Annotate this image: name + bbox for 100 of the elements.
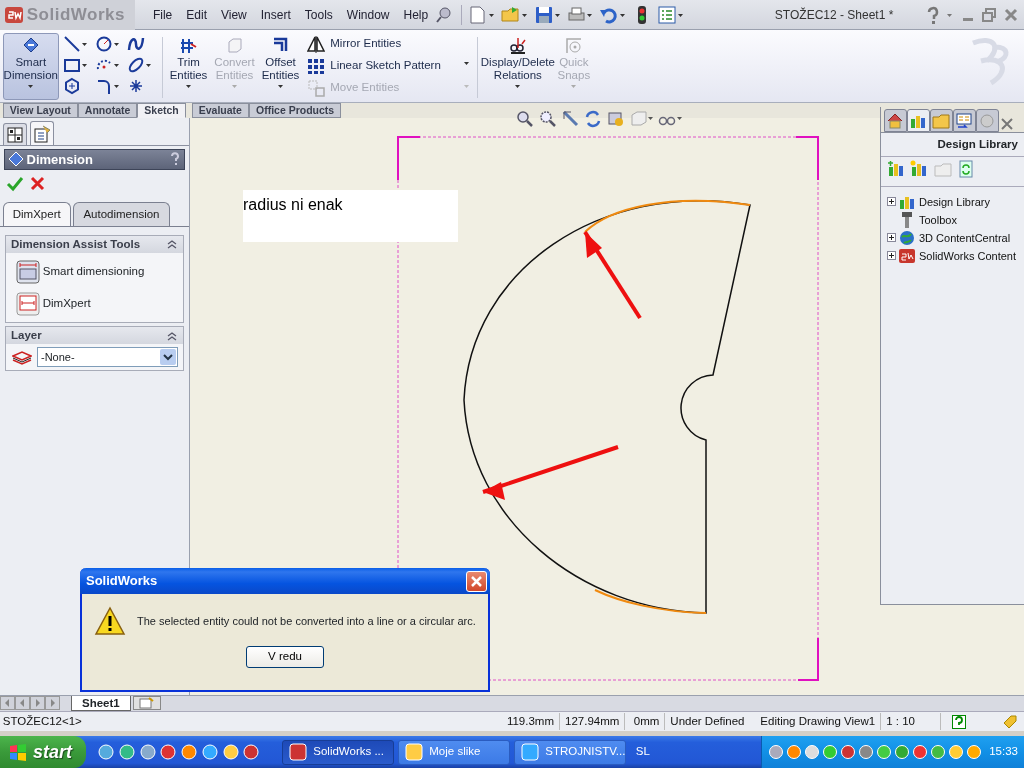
view-orientation-icon[interactable] bbox=[606, 109, 626, 129]
status-field: Under Defined bbox=[665, 712, 756, 731]
tray-icon[interactable] bbox=[839, 744, 856, 760]
section-title: Layer bbox=[11, 327, 43, 343]
task-pane-tab[interactable] bbox=[952, 109, 976, 132]
start-button[interactable]: start bbox=[0, 736, 86, 768]
trim-button[interactable]: Trim Entities bbox=[166, 32, 211, 100]
menu-item[interactable]: Help bbox=[396, 5, 436, 24]
close-icon bbox=[469, 573, 484, 589]
expand-icon[interactable] bbox=[886, 251, 896, 261]
tray-icon[interactable] bbox=[929, 744, 946, 760]
checklist-button[interactable] bbox=[655, 4, 686, 25]
windows-flag-icon bbox=[8, 742, 28, 762]
language-indicator[interactable]: SL bbox=[635, 743, 650, 761]
taskbar-button[interactable]: Moje slike bbox=[398, 739, 511, 765]
restore-icon[interactable] bbox=[981, 6, 997, 23]
dialog-title: SolidWorks bbox=[86, 572, 159, 591]
close-icon[interactable] bbox=[1002, 6, 1019, 23]
clock: 15:33 bbox=[989, 744, 1018, 760]
taskbar-button[interactable]: SolidWorks ... bbox=[282, 739, 395, 765]
grid-pattern-button[interactable]: Linear Sketch Pattern bbox=[305, 54, 443, 77]
tree-item[interactable]: Toolbox bbox=[919, 210, 957, 229]
previous-view-icon[interactable] bbox=[560, 109, 581, 129]
taskbar-button[interactable]: STROJNISTV... bbox=[514, 739, 627, 765]
tray-icon[interactable] bbox=[875, 744, 892, 760]
save-icon bbox=[533, 4, 554, 25]
smart-dimension-button[interactable]: Smart Dimension bbox=[2, 32, 59, 100]
command-tab[interactable]: View Layout bbox=[2, 103, 78, 118]
command-tab[interactable]: Annotate bbox=[77, 103, 138, 118]
status-field: 0mm bbox=[625, 712, 666, 731]
feature-tree-tab[interactable] bbox=[2, 123, 27, 145]
expand-icon[interactable] bbox=[886, 233, 896, 243]
warning-icon bbox=[94, 606, 126, 636]
sheet-nav-icon[interactable] bbox=[15, 696, 30, 710]
annotation-note: radius ni enak bbox=[243, 196, 343, 213]
section-title: Dimension Assist Tools bbox=[11, 236, 142, 252]
tray-icon[interactable] bbox=[947, 744, 964, 760]
menu-item[interactable]: View bbox=[214, 5, 254, 24]
command-tab[interactable]: Sketch bbox=[137, 103, 186, 118]
zoom-area-icon[interactable] bbox=[537, 109, 558, 129]
menu-item[interactable]: Insert bbox=[253, 5, 298, 24]
close-icon[interactable] bbox=[998, 116, 1015, 132]
smart-dimension-icon[interactable] bbox=[16, 259, 40, 284]
sheet-tab[interactable]: Sheet1 bbox=[71, 696, 131, 711]
ok-button[interactable]: V redu bbox=[246, 645, 324, 668]
help-icon[interactable] bbox=[952, 714, 967, 729]
add-library-icon[interactable] bbox=[886, 160, 905, 178]
tray-icon[interactable] bbox=[893, 744, 910, 760]
collapse-icon[interactable] bbox=[166, 238, 178, 251]
menu-item[interactable]: Edit bbox=[179, 5, 214, 24]
circle-icon bbox=[94, 34, 113, 53]
tree-item[interactable]: 3D ContentCentral bbox=[919, 228, 1011, 247]
ellipse-icon bbox=[126, 55, 145, 74]
add-sheet-icon[interactable] bbox=[139, 697, 156, 709]
tray-icon[interactable] bbox=[803, 744, 820, 760]
tool-item[interactable]: DimXpert bbox=[42, 294, 91, 313]
move-icon bbox=[307, 78, 326, 97]
relations-button[interactable]: Display/Delete Relations bbox=[481, 32, 554, 100]
menu-item[interactable]: File bbox=[145, 5, 180, 24]
new-library-icon[interactable] bbox=[910, 160, 928, 178]
offset-button[interactable]: Offset Entities bbox=[258, 32, 303, 100]
command-tab[interactable]: Evaluate bbox=[191, 103, 249, 118]
mirror-button[interactable]: Mirror Entities bbox=[305, 32, 443, 55]
help-icon[interactable] bbox=[169, 151, 182, 168]
dialog-message: The selected entity could not be converted into a line or a circular arc. bbox=[137, 613, 476, 629]
task-pane-tab[interactable] bbox=[906, 109, 930, 132]
refresh-icon[interactable] bbox=[957, 160, 975, 178]
zoom-fit-icon[interactable] bbox=[515, 109, 535, 129]
sheet-nav-icon[interactable] bbox=[0, 696, 15, 710]
sketch-profile[interactable] bbox=[463, 199, 751, 614]
mirror-icon bbox=[307, 34, 326, 53]
tree-item[interactable]: Design Library bbox=[919, 192, 990, 211]
command-tab[interactable]: Office Products bbox=[248, 103, 342, 118]
panel-tab[interactable]: Autodimension bbox=[73, 201, 170, 226]
tree-icon bbox=[5, 125, 24, 144]
menu-item[interactable]: Window bbox=[339, 5, 397, 24]
tray-icon[interactable] bbox=[767, 744, 784, 760]
ok-check-icon[interactable] bbox=[5, 175, 24, 194]
sheet-nav-icon[interactable] bbox=[45, 696, 60, 710]
circle-icon[interactable] bbox=[159, 743, 178, 761]
line-icon bbox=[62, 34, 81, 53]
tray-icon[interactable] bbox=[965, 744, 982, 760]
sheet-nav-icon[interactable] bbox=[30, 696, 45, 710]
tool-item[interactable]: Smart dimensioning bbox=[42, 262, 145, 281]
tray-icon[interactable] bbox=[911, 744, 928, 760]
dimxpert-icon[interactable] bbox=[16, 291, 40, 316]
task-pane-tab[interactable] bbox=[883, 109, 907, 132]
dialog-close-button[interactable] bbox=[466, 570, 487, 592]
tray-icon[interactable] bbox=[857, 744, 874, 760]
expand-icon[interactable] bbox=[886, 197, 896, 207]
tray-icon[interactable] bbox=[821, 744, 838, 760]
tree-item[interactable]: SolidWorks Content bbox=[919, 246, 1016, 265]
layer-select[interactable]: -None- bbox=[37, 346, 178, 367]
pane-title: Design Library bbox=[937, 138, 1018, 150]
tray-icon[interactable] bbox=[785, 744, 802, 760]
view-palette-icon bbox=[955, 111, 974, 130]
menu-item[interactable]: Tools bbox=[297, 5, 340, 24]
panel-title: Dimension bbox=[26, 150, 94, 169]
document-title: STOŽEC12 - Sheet1 * bbox=[774, 7, 894, 22]
panel-tab[interactable]: DimXpert bbox=[2, 201, 71, 226]
